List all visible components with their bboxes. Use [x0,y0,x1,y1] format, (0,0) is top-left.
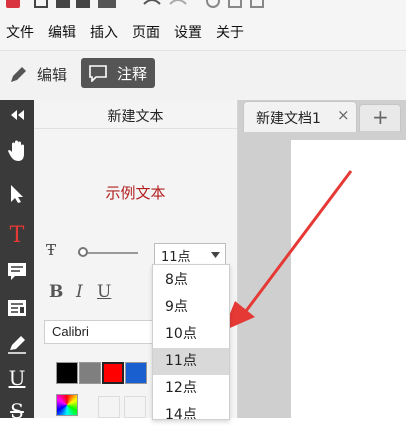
annotate-mode-button[interactable]: 注释 [81,58,155,88]
empty-swatch[interactable] [124,396,146,418]
empty-swatch[interactable] [98,396,120,418]
hand-tool[interactable] [0,134,34,168]
new-file-icon[interactable] [34,0,48,8]
edit-mode-label: 编辑 [37,66,68,84]
size-option[interactable]: 14点 [153,402,229,419]
color-swatch-red-selected[interactable] [102,362,124,384]
menu-edit[interactable]: 编辑 [48,22,76,42]
underline-button[interactable]: U [97,282,111,302]
annotate-mode-label: 注释 [117,65,148,83]
document-tab-label: 新建文档1 [256,111,321,127]
font-size-dropdown-list: 8点 9点 10点 11点 12点 14点 [152,264,230,420]
divider [34,128,237,129]
hand-icon [8,140,24,161]
print-icon[interactable] [98,0,116,8]
underline-tool[interactable]: U [0,361,34,395]
bold-button[interactable]: B [49,282,63,302]
color-swatch-blue[interactable] [125,362,147,384]
text-t-icon: T [9,222,25,248]
size-option[interactable]: 8点 [153,267,229,294]
note-comment-icon [8,263,26,280]
font-family-select[interactable]: Calibri [44,320,154,344]
strikethrough-tool[interactable]: S [0,394,34,428]
save-icon[interactable] [76,0,90,8]
plus-icon: + [372,105,389,129]
font-size-icon: Ŧ [46,241,57,259]
note-tool[interactable] [0,255,34,289]
close-tab-icon[interactable]: × [337,106,350,124]
highlighter-tool[interactable] [0,327,34,361]
font-size-value: 11点 [161,250,191,265]
menu-file[interactable]: 文件 [6,22,34,42]
double-chevron-left-icon [11,110,24,120]
color-swatch-black[interactable] [56,362,78,384]
cut-icon[interactable] [206,0,220,8]
size-option[interactable]: 12点 [153,375,229,402]
color-swatch-gray[interactable] [79,362,101,384]
app-logo-icon [6,0,20,8]
color-picker-icon[interactable] [56,394,78,416]
strikethrough-s-icon: S [10,399,24,423]
cursor-arrow-icon [11,185,23,203]
copy-icon[interactable] [228,0,242,8]
document-tab[interactable]: 新建文档1 × [243,101,357,132]
italic-button[interactable]: I [76,282,83,302]
quick-toolbar [0,0,406,14]
collapse-tools-button[interactable] [0,100,34,130]
slider-handle[interactable] [78,247,88,257]
menu-settings[interactable]: 设置 [174,22,202,42]
text-tool[interactable]: T [0,218,34,252]
undo-redo-icons[interactable] [140,0,190,10]
open-folder-icon[interactable] [56,0,70,8]
font-family-value: Calibri [52,324,89,339]
menu-insert[interactable]: 插入 [90,22,118,42]
pencil-icon [11,67,26,82]
comment-icon [89,65,107,82]
size-option-selected[interactable]: 11点 [153,348,229,375]
paste-icon[interactable] [250,0,264,8]
red-arrow-annotation [223,170,353,331]
pen-icon [8,336,26,354]
size-option[interactable]: 9点 [153,294,229,321]
menu-page[interactable]: 页面 [132,22,160,42]
menu-bar: 文件 编辑 插入 页面 设置 关于 [0,14,406,50]
sample-text-preview: 示例文本 [105,184,166,202]
size-option[interactable]: 10点 [153,321,229,348]
textbox-tool[interactable] [0,291,34,325]
new-tab-button[interactable]: + [359,104,401,131]
tool-strip: T U S [0,100,34,423]
underline-u-icon: U [8,366,26,390]
menu-about[interactable]: 关于 [216,22,244,42]
panel-title: 新建文本 [107,109,164,125]
select-tool[interactable] [0,177,34,211]
textbox-icon [8,300,26,316]
